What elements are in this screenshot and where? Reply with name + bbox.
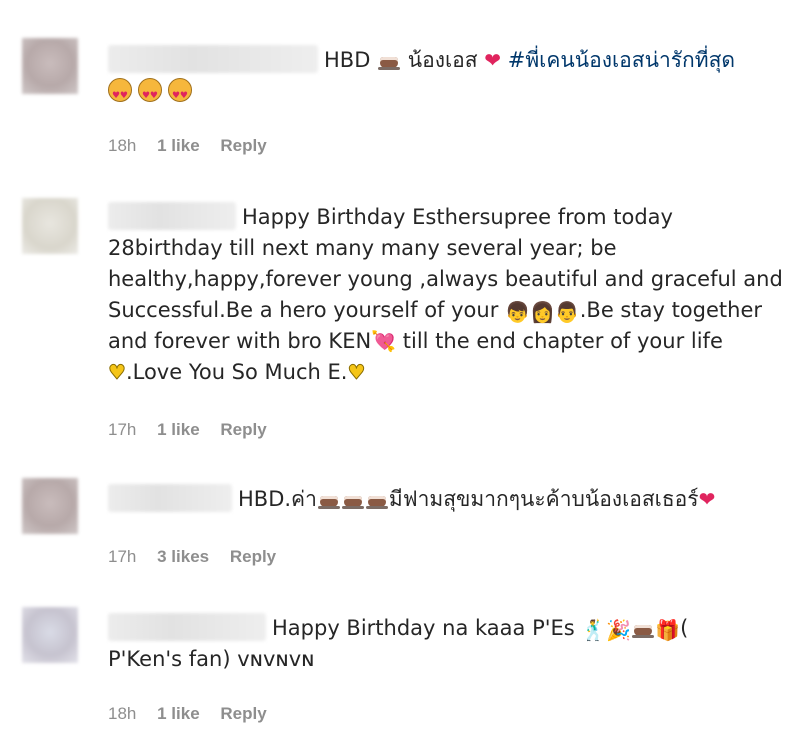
comment-meta: 17h 1 like Reply [108,420,283,440]
cake-icon [365,489,388,509]
yellow-heart-icon: ♥ [108,360,127,385]
gift-icon: 🎁 [655,618,681,642]
comment-body-4: .Love You So Much E. [125,360,348,384]
avatar[interactable] [22,38,78,94]
heart-icon: 💘 [371,329,397,353]
hashtag-link[interactable]: #พี่เคนน้องเอสน่ารักที่สุด [508,48,735,72]
red-heart-icon: ❤ [698,487,716,511]
reply-button[interactable]: Reply [220,136,266,155]
comment-text: Happy Birthday na kaaa P'Es 🕺🎉 🎁( P'Ken's… [108,613,788,675]
reply-button[interactable]: Reply [220,420,266,439]
cake-icon [341,489,364,509]
comment-body-2: P'Ken's fan) ᴠɴᴠɴᴠɴ [108,647,315,671]
comment-prefix: HBD.ค่า [238,487,317,511]
man-face-icon: 👨 [554,300,580,324]
heart-eyes-icon [168,78,192,112]
heart-eyes-icon [138,78,162,112]
username-blurred[interactable] [108,45,318,73]
comment-time[interactable]: 18h [108,704,136,723]
comment-prefix: HBD [324,48,371,72]
girl-face-icon: 👩 [529,300,555,324]
avatar[interactable] [22,607,78,663]
username-blurred[interactable] [108,484,232,512]
comment-meta: 18h 1 like Reply [108,704,283,724]
like-count[interactable]: 1 like [157,420,200,439]
boy-face-icon: 👦 [505,300,530,324]
red-heart-icon: ❤ [484,48,502,72]
comment-tail: ( [680,616,689,640]
yellow-heart-icon: ♥ [347,360,366,385]
heart-eyes-icon [108,78,132,112]
comment-time[interactable]: 17h [108,547,136,566]
comment-meta: 17h 3 likes Reply [108,547,292,567]
reply-button[interactable]: Reply [230,547,276,566]
like-count[interactable]: 3 likes [157,547,209,566]
comment-body: Happy Birthday na kaaa P'Es [272,616,575,640]
reply-button[interactable]: Reply [220,704,266,723]
comment-meta: 18h 1 like Reply [108,136,283,156]
avatar[interactable] [22,478,78,534]
cake-icon [378,50,401,70]
cake-icon [632,618,655,638]
comment-text: HBD.ค่า มีฟามสุขมากๆนะค้าบน้องเอสเธอร์❤ [108,484,788,515]
username-blurred[interactable] [108,202,236,230]
cake-icon [317,489,340,509]
comment-suffix: มีฟามสุขมากๆนะค้าบน้องเอสเธอร์ [388,487,699,511]
comment-text: Happy Birthday Esthersupree from today 2… [108,202,788,388]
avatar[interactable] [22,198,78,254]
like-count[interactable]: 1 like [157,704,200,723]
comment-body-3: till the end chapter of your life [396,329,723,353]
like-count[interactable]: 1 like [157,136,200,155]
party-popper-icon: 🎉 [606,618,632,642]
dancer-icon: 🕺 [581,618,607,642]
comment-time[interactable]: 17h [108,420,136,439]
comment-name: น้องเอส [407,48,478,72]
username-blurred[interactable] [108,613,266,641]
comment-time[interactable]: 18h [108,136,136,155]
comment-text: HBD น้องเอส ❤ #พี่เคนน้องเอสน่ารักที่สุด [108,45,788,112]
